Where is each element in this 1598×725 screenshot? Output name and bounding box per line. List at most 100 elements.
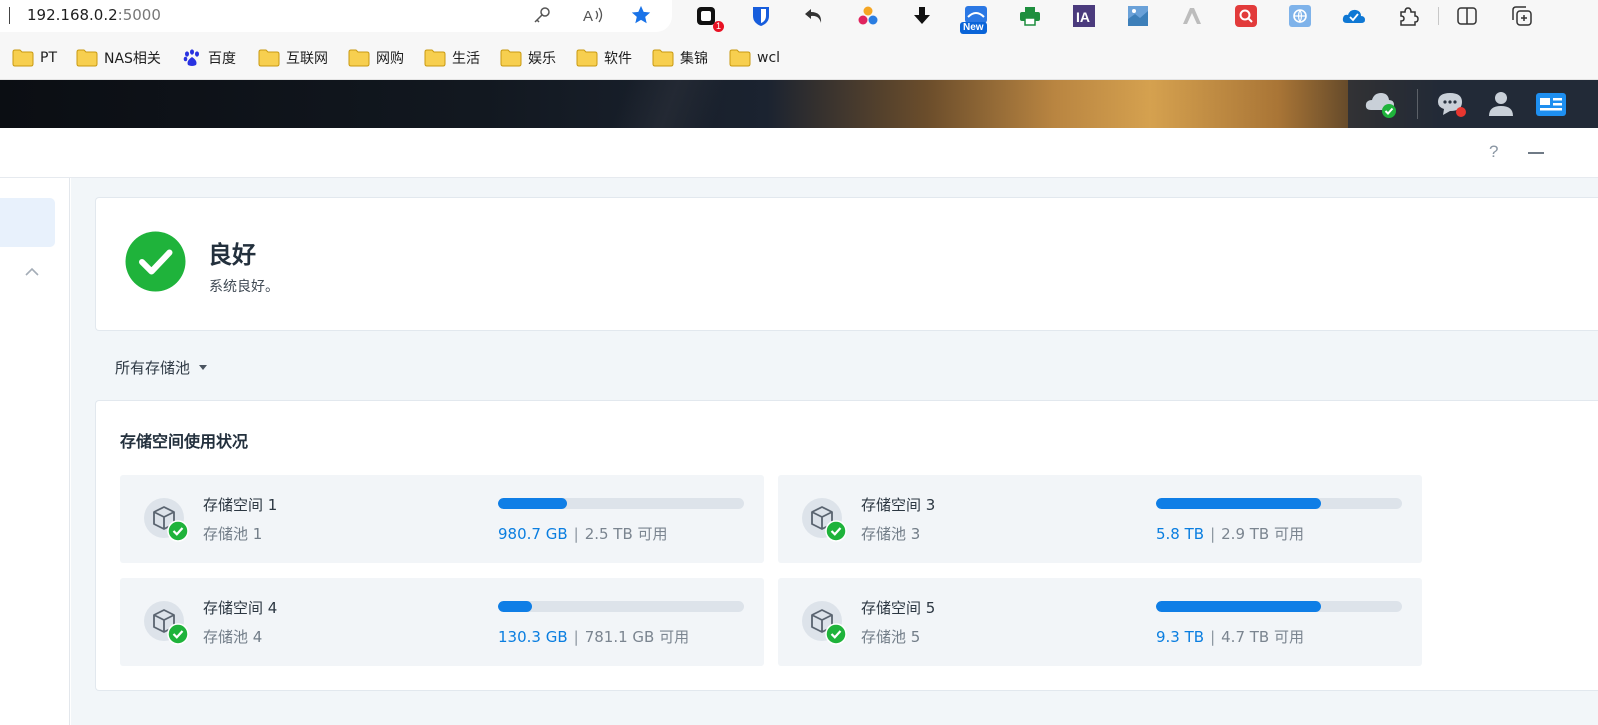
read-aloud-icon[interactable]: A: [582, 5, 604, 25]
bookmarks-bar: PT NAS相关 百度 互联网 网购 生活 娱乐 软件 集锦 wcl: [0, 36, 1598, 80]
bookmark-wcl[interactable]: wcl: [729, 48, 780, 68]
usage-bar: [498, 601, 744, 612]
volume-cube-icon: [802, 498, 847, 542]
printer-icon[interactable]: [1018, 4, 1042, 28]
bookmark-software[interactable]: 软件: [576, 48, 632, 68]
svg-text:IA: IA: [1076, 9, 1090, 25]
folder-icon: [76, 49, 98, 67]
usage-bar-fill: [1156, 601, 1321, 612]
system-status-card: [95, 197, 1598, 331]
volume-usage: 980.7 GB | 2.5 TB 可用: [498, 525, 668, 543]
bookmark-collection[interactable]: 集锦: [652, 48, 708, 68]
folder-icon: [576, 49, 598, 67]
red-search-icon[interactable]: [1234, 4, 1258, 28]
usage-bar: [1156, 498, 1402, 509]
address-bar[interactable]: 192.168.0.2:5000 A: [0, 0, 672, 32]
available-size: 2.5 TB 可用: [584, 525, 668, 543]
news-extension-icon[interactable]: New: [960, 4, 988, 34]
translate-icon[interactable]: [1288, 4, 1312, 28]
bookmark-baidu[interactable]: 百度: [182, 48, 236, 68]
text-cursor: [9, 7, 10, 24]
available-size: 2.9 TB 可用: [1221, 525, 1304, 543]
volume-tile[interactable]: 存储空间 3 存储池 3 5.8 TB | 2.9 TB 可用: [778, 475, 1422, 563]
bookmark-internet[interactable]: 互联网: [258, 48, 328, 68]
used-size: 130.3 GB: [498, 628, 568, 646]
sidebar: [0, 178, 70, 725]
folder-icon: [652, 49, 674, 67]
usage-title: 存储空间使用状况: [120, 432, 249, 451]
bitwarden-icon[interactable]: [749, 4, 773, 28]
used-size: 980.7 GB: [498, 525, 568, 543]
tray-separator: [1417, 89, 1418, 119]
user-icon[interactable]: [1484, 88, 1518, 120]
volume-usage: 9.3 TB | 4.7 TB 可用: [1156, 628, 1304, 646]
ia-icon[interactable]: IA: [1072, 4, 1096, 28]
onedrive-icon[interactable]: [1342, 4, 1366, 28]
folder-icon: [258, 49, 280, 67]
minimize-button[interactable]: [1528, 152, 1544, 154]
folder-icon: [424, 49, 446, 67]
usage-bar-fill: [1156, 498, 1321, 509]
volume-cube-icon: [144, 601, 189, 645]
volume-pool: 存储池 1: [203, 525, 263, 543]
usage-bar: [1156, 601, 1402, 612]
volume-pool: 存储池 3: [861, 525, 921, 543]
volume-cube-icon: [144, 498, 189, 542]
volume-name: 存储空间 4: [203, 599, 278, 617]
cloud-sync-icon[interactable]: [1364, 88, 1398, 120]
volume-name: 存储空间 5: [861, 599, 936, 617]
bookmark-life[interactable]: 生活: [424, 48, 480, 68]
volume-cube-icon: [802, 601, 847, 645]
key-icon[interactable]: [532, 5, 552, 25]
folder-icon: [729, 49, 751, 67]
collections-icon[interactable]: [1510, 4, 1534, 28]
used-size: 5.8 TB: [1156, 525, 1205, 543]
chevron-up-icon[interactable]: [24, 266, 40, 278]
svg-text:A: A: [583, 8, 593, 25]
bookmark-shopping[interactable]: 网购: [348, 48, 404, 68]
toolbar-separator: [1438, 7, 1439, 25]
split-screen-icon[interactable]: [1455, 4, 1479, 28]
available-size: 781.1 GB 可用: [584, 628, 690, 646]
favorite-star-icon[interactable]: [630, 4, 652, 26]
volume-pool: 存储池 4: [203, 628, 263, 646]
bookmark-nas[interactable]: NAS相关: [76, 48, 161, 68]
volume-usage: 130.3 GB | 781.1 GB 可用: [498, 628, 690, 646]
volume-name: 存储空间 1: [203, 496, 278, 514]
widgets-icon[interactable]: [1534, 88, 1568, 120]
status-subtitle: 系统良好。: [209, 279, 279, 295]
bookmark-pt[interactable]: PT: [12, 48, 57, 68]
notification-chat-icon[interactable]: [1434, 88, 1468, 120]
map-extension-icon[interactable]: [1126, 4, 1150, 28]
notion-style-extension-icon[interactable]: 1: [694, 4, 724, 32]
check-circle-icon: [125, 231, 186, 292]
volume-pool: 存储池 5: [861, 628, 921, 646]
available-size: 4.7 TB 可用: [1221, 628, 1304, 646]
puzzle-extensions-icon[interactable]: [1396, 4, 1420, 28]
volume-tile[interactable]: 存储空间 5 存储池 5 9.3 TB | 4.7 TB 可用: [778, 578, 1422, 666]
volume-tile[interactable]: 存储空间 4 存储池 4 130.3 GB | 781.1 GB 可用: [120, 578, 764, 666]
address-url[interactable]: 192.168.0.2:5000: [27, 6, 161, 24]
extension-badge: 1: [712, 21, 724, 32]
folder-icon: [348, 49, 370, 67]
volume-usage: 5.8 TB | 2.9 TB 可用: [1156, 525, 1304, 543]
baidu-paw-icon: [183, 49, 199, 66]
color-dots-icon[interactable]: [856, 4, 880, 28]
a-logo-icon[interactable]: [1180, 4, 1204, 28]
bookmark-entertainment[interactable]: 娱乐: [500, 48, 556, 68]
folder-icon: [12, 49, 34, 67]
usage-bar-fill: [498, 601, 533, 612]
volume-name: 存储空间 3: [861, 496, 936, 514]
help-button[interactable]: ?: [1489, 142, 1498, 162]
browser-toolbar: 192.168.0.2:5000 A 1 New IA: [0, 0, 1598, 36]
sidebar-item-overview[interactable]: [0, 198, 55, 247]
new-badge: New: [960, 22, 987, 34]
volume-tile[interactable]: 存储空间 1 存储池 1 980.7 GB | 2.5 TB 可用: [120, 475, 764, 563]
storage-pool-dropdown[interactable]: 所有存储池: [115, 356, 208, 378]
download-arrow-icon[interactable]: [910, 4, 934, 28]
undo-arrow-icon[interactable]: [802, 4, 826, 28]
window-title-bar: [0, 128, 1598, 178]
caret-down-icon: [199, 364, 208, 370]
usage-bar-fill: [498, 498, 567, 509]
used-size: 9.3 TB: [1156, 628, 1205, 646]
